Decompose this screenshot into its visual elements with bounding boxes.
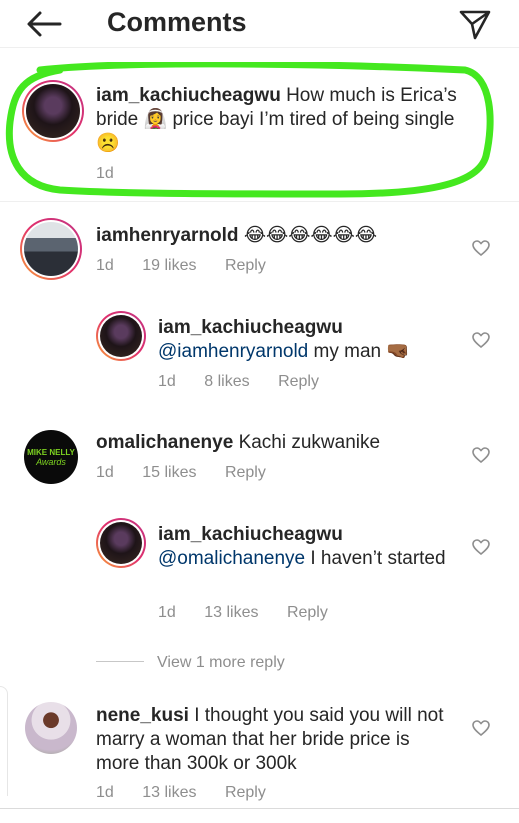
comment-username[interactable]: omalichanenye <box>96 432 233 453</box>
reply-button[interactable]: Reply <box>225 784 266 802</box>
comment-text-block: omalichanenye Kachi zukwanike <box>96 431 456 455</box>
like-heart-icon[interactable] <box>472 332 490 348</box>
reply-likes[interactable]: 13 likes <box>204 604 258 622</box>
view-more-line <box>96 661 144 662</box>
comment-likes[interactable]: 19 likes <box>142 257 196 275</box>
reply-time: 1d <box>158 604 176 621</box>
comment-time: 1d <box>96 784 114 801</box>
like-heart-icon[interactable] <box>472 539 490 555</box>
avatar-badge-line-1: MIKE NELLY <box>27 447 75 457</box>
like-heart-icon[interactable] <box>472 240 490 256</box>
comment-username[interactable]: iamhenryarnold <box>96 225 239 246</box>
bottom-divider <box>0 808 519 809</box>
reply-mention[interactable]: @omalichanenye <box>158 548 305 569</box>
left-edge-panel <box>0 686 8 796</box>
caption-divider <box>0 201 519 202</box>
comment-time: 1d <box>96 464 114 481</box>
caption-author-avatar[interactable] <box>22 80 84 142</box>
comment-username[interactable]: nene_kusi <box>96 705 189 726</box>
reply-mention[interactable]: @iamhenryarnold <box>158 341 308 362</box>
reply-username[interactable]: iam_kachiucheagwu <box>158 316 458 340</box>
comment-text-block: iamhenryarnold 😂😂😂😂😂😂 <box>96 224 456 248</box>
comment-avatar[interactable] <box>25 702 77 754</box>
back-arrow-icon[interactable] <box>24 8 64 40</box>
reply-text-block: iam_kachiucheagwu @iamhenryarnold my man… <box>158 316 458 364</box>
reply-username[interactable]: iam_kachiucheagwu <box>158 523 458 547</box>
top-bar: Comments <box>0 0 519 48</box>
post-caption: iam_kachiucheagwu How much is Erica’s br… <box>0 62 519 200</box>
reply-avatar[interactable] <box>96 311 146 361</box>
reply-button[interactable]: Reply <box>287 604 328 622</box>
comment-avatar[interactable] <box>20 218 82 280</box>
reply-button[interactable]: Reply <box>225 257 266 275</box>
reply-avatar[interactable] <box>96 518 146 568</box>
comment-text: Kachi zukwanike <box>238 432 381 453</box>
reply-text: my man 🤜🏾 <box>313 341 411 362</box>
reply-likes[interactable]: 8 likes <box>204 373 249 391</box>
caption-username[interactable]: iam_kachiucheagwu <box>96 85 281 106</box>
caption-time: 1d <box>96 165 114 182</box>
reply-button[interactable]: Reply <box>278 373 319 391</box>
reply-text: I haven’t started <box>310 548 446 569</box>
comment-text-block: nene_kusi I thought you said you will no… <box>96 704 456 776</box>
reply-time: 1d <box>158 373 176 390</box>
like-heart-icon[interactable] <box>472 447 490 463</box>
comment-likes[interactable]: 13 likes <box>142 784 196 802</box>
comment-likes[interactable]: 15 likes <box>142 464 196 482</box>
view-more-replies[interactable]: View 1 more reply <box>157 654 285 672</box>
like-heart-icon[interactable] <box>472 720 490 736</box>
direct-send-icon[interactable] <box>458 8 492 40</box>
avatar-badge-line-2: Awards <box>36 456 66 467</box>
reply-button[interactable]: Reply <box>225 464 266 482</box>
reply-text-block: iam_kachiucheagwu @omalichanenye I haven… <box>158 523 458 571</box>
comment-avatar[interactable]: MIKE NELLY Awards <box>24 430 78 484</box>
comment-time: 1d <box>96 257 114 274</box>
comment-text: 😂😂😂😂😂😂 <box>243 225 378 246</box>
page-title: Comments <box>107 7 247 37</box>
